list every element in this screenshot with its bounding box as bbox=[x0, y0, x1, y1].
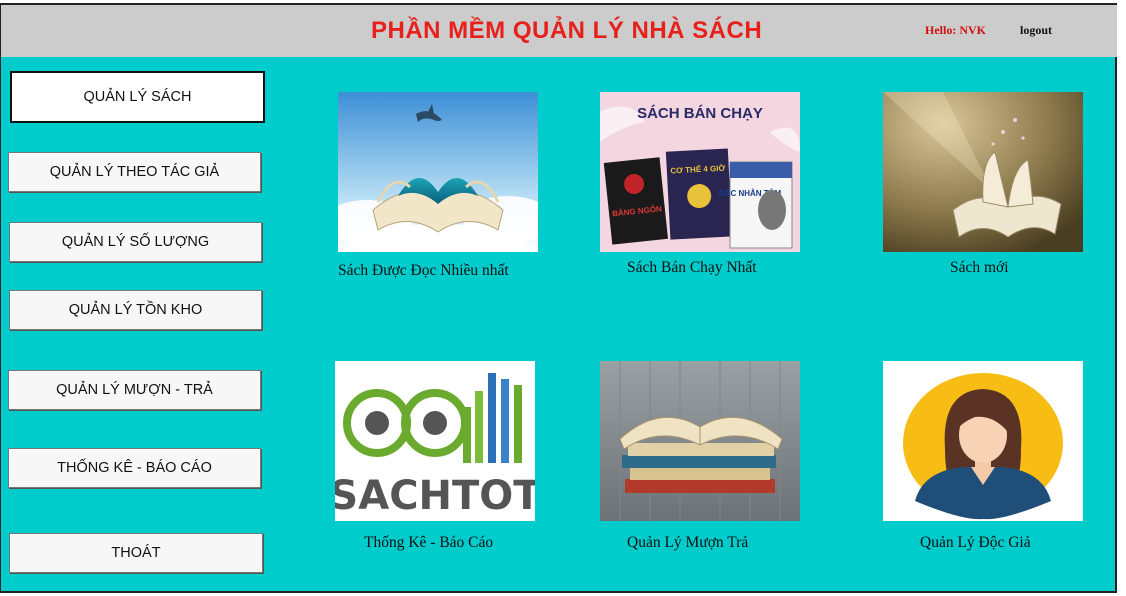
logo-text: SACHTOT bbox=[335, 473, 535, 519]
tile-caption: Sách mới bbox=[950, 259, 1009, 276]
sidebar-item-label: THỐNG KÊ - BÁO CÁO bbox=[57, 460, 212, 476]
best-seller-books-image: SÁCH BÁN CHẠY BĂNG NGÔN CƠ THỂ 4 GIỜ ĐẮC… bbox=[600, 92, 800, 252]
tile-caption: Quản Lý Độc Giả bbox=[920, 534, 1031, 551]
sidebar-item-book-management[interactable]: QUẢN LÝ SÁCH bbox=[10, 71, 265, 123]
tile-caption: Sách Được Đọc Nhiều nhất bbox=[338, 262, 509, 279]
tile-caption: Quản Lý Mượn Trả bbox=[627, 534, 749, 551]
sidebar-item-label: QUẢN LÝ SÁCH bbox=[83, 89, 192, 105]
user-greeting: Hello: NVK bbox=[925, 23, 986, 37]
sidebar-item-label: QUẢN LÝ SỐ LƯỢNG bbox=[61, 234, 210, 250]
sidebar-item-statistics-report[interactable]: THỐNG KÊ - BÁO CÁO bbox=[8, 448, 261, 488]
sidebar-item-label: THOÁT bbox=[111, 545, 161, 561]
sidebar-item-borrow-return-management[interactable]: QUẢN LÝ MƯỢN - TRẢ bbox=[8, 370, 261, 410]
new-book-image bbox=[883, 92, 1083, 252]
sidebar-item-exit[interactable]: THOÁT bbox=[9, 533, 263, 573]
sidebar-item-inventory-management[interactable]: QUẢN LÝ TỒN KHO bbox=[9, 290, 262, 330]
sidebar-item-label: QUẢN LÝ MƯỢN - TRẢ bbox=[56, 382, 213, 398]
tile-caption: Thống Kê - Báo Cáo bbox=[364, 534, 494, 551]
book-stack-image bbox=[600, 361, 800, 521]
logout-link[interactable]: logout bbox=[1020, 23, 1052, 38]
sachtot-logo-image: SACHTOT bbox=[335, 361, 535, 521]
image-heading: SÁCH BÁN CHẠY bbox=[637, 105, 763, 122]
open-book-dolphin-image bbox=[338, 92, 538, 252]
header-bar: PHẦN MỀM QUẢN LÝ NHÀ SÁCH Hello: NVK log… bbox=[1, 5, 1117, 57]
sidebar-item-quantity-management[interactable]: QUẢN LÝ SỐ LƯỢNG bbox=[9, 222, 262, 262]
tile-caption: Sách Bán Chạy Nhất bbox=[627, 259, 757, 276]
sidebar-item-label: QUẢN LÝ TỒN KHO bbox=[68, 302, 203, 318]
sidebar-item-author-management[interactable]: QUẢN LÝ THEO TÁC GIẢ bbox=[8, 152, 261, 192]
app-title: PHẦN MỀM QUẢN LÝ NHÀ SÁCH bbox=[371, 17, 763, 44]
sidebar-item-label: QUẢN LÝ THEO TÁC GIẢ bbox=[49, 164, 220, 180]
reader-avatar-image bbox=[883, 361, 1083, 521]
